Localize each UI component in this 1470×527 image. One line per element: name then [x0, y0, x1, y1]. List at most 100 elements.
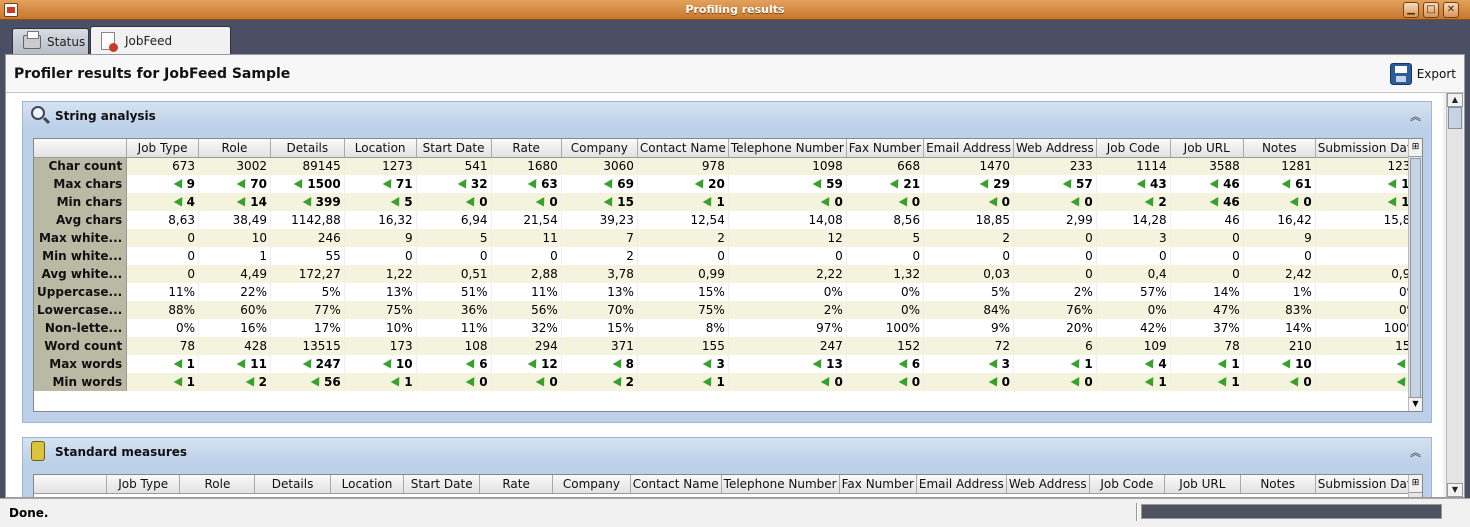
scroll-down-arrow[interactable]: ▼: [1447, 483, 1463, 497]
table-cell[interactable]: 0: [1243, 373, 1316, 391]
table-cell[interactable]: 63: [491, 175, 562, 193]
drill-down-arrow-icon[interactable]: [304, 360, 313, 369]
column-header[interactable]: Email Address: [923, 139, 1014, 158]
column-header[interactable]: Notes: [1243, 139, 1316, 158]
column-header[interactable]: Location: [344, 139, 417, 158]
table-cell[interactable]: 3: [637, 355, 729, 373]
table-cell[interactable]: 0: [1243, 193, 1316, 211]
drill-down-arrow-icon[interactable]: [1398, 378, 1407, 387]
drill-down-arrow-icon[interactable]: [1389, 180, 1398, 189]
drill-down-arrow-icon[interactable]: [384, 180, 393, 189]
drill-down-arrow-icon[interactable]: [392, 378, 401, 387]
table-cell[interactable]: 1: [1315, 373, 1422, 391]
maximize-button[interactable]: □: [1423, 2, 1439, 18]
drill-down-arrow-icon[interactable]: [175, 378, 184, 387]
table-cell[interactable]: 9: [126, 175, 199, 193]
table-cell[interactable]: 8: [561, 355, 638, 373]
drill-down-arrow-icon[interactable]: [814, 180, 823, 189]
table-vertical-scrollbar[interactable]: ⊞: [1408, 475, 1422, 497]
table-cell[interactable]: 16: [1315, 175, 1422, 193]
drill-down-arrow-icon[interactable]: [1291, 198, 1300, 207]
table-cell[interactable]: 2: [198, 373, 271, 391]
drill-down-arrow-icon[interactable]: [1146, 360, 1155, 369]
table-cell[interactable]: 1500: [270, 175, 345, 193]
column-header[interactable]: Job Code: [1096, 139, 1171, 158]
column-header[interactable]: Start Date: [403, 475, 481, 494]
drill-down-arrow-icon[interactable]: [238, 198, 247, 207]
drill-down-arrow-icon[interactable]: [537, 378, 546, 387]
table-cell[interactable]: 1: [637, 193, 729, 211]
scroll-down-arrow[interactable]: ▼: [1409, 397, 1422, 411]
drill-down-arrow-icon[interactable]: [1389, 198, 1398, 207]
drill-down-arrow-icon[interactable]: [1072, 360, 1081, 369]
column-header[interactable]: Job URL: [1164, 475, 1241, 494]
drill-down-arrow-icon[interactable]: [467, 198, 476, 207]
drill-down-arrow-icon[interactable]: [175, 360, 184, 369]
drill-down-arrow-icon[interactable]: [1283, 180, 1292, 189]
drill-down-arrow-icon[interactable]: [900, 360, 909, 369]
column-header[interactable]: Job URL: [1170, 139, 1244, 158]
column-header[interactable]: Email Address: [916, 475, 1007, 494]
drill-down-arrow-icon[interactable]: [605, 198, 614, 207]
column-header[interactable]: Submission Date: [1315, 139, 1422, 158]
table-cell[interactable]: 29: [923, 175, 1014, 193]
drill-down-arrow-icon[interactable]: [1211, 198, 1220, 207]
column-header[interactable]: Notes: [1240, 475, 1316, 494]
drill-down-arrow-icon[interactable]: [990, 198, 999, 207]
table-cell[interactable]: 1: [1170, 355, 1244, 373]
drill-down-arrow-icon[interactable]: [238, 180, 247, 189]
table-cell[interactable]: 1: [1096, 373, 1171, 391]
close-button[interactable]: ✕: [1443, 2, 1459, 18]
table-cell[interactable]: 399: [270, 193, 345, 211]
table-cell[interactable]: 5: [344, 193, 417, 211]
column-header[interactable]: Submission Date: [1315, 475, 1422, 494]
drill-down-arrow-icon[interactable]: [1146, 198, 1155, 207]
drill-down-arrow-icon[interactable]: [247, 378, 256, 387]
column-header[interactable]: Start Date: [416, 139, 492, 158]
table-cell[interactable]: 1: [637, 373, 729, 391]
drill-down-arrow-icon[interactable]: [614, 378, 623, 387]
string-analysis-header[interactable]: String analysis ︽: [23, 102, 1431, 128]
drill-down-arrow-icon[interactable]: [704, 360, 713, 369]
column-chooser-icon[interactable]: ⊞: [1409, 475, 1422, 493]
table-cell[interactable]: 15: [561, 193, 638, 211]
drill-down-arrow-icon[interactable]: [990, 378, 999, 387]
drill-down-arrow-icon[interactable]: [822, 378, 831, 387]
column-header[interactable]: Telephone Number: [721, 475, 840, 494]
table-cell[interactable]: 4: [126, 193, 199, 211]
table-cell[interactable]: 11: [198, 355, 271, 373]
table-cell[interactable]: 1: [126, 373, 199, 391]
drill-down-arrow-icon[interactable]: [175, 198, 184, 207]
column-header[interactable]: Web Address: [1006, 475, 1090, 494]
main-scroll-thumb[interactable]: [1448, 107, 1462, 129]
drill-down-arrow-icon[interactable]: [900, 378, 909, 387]
scroll-up-arrow[interactable]: ▲: [1447, 93, 1463, 107]
column-header[interactable]: Company: [561, 139, 638, 158]
column-header[interactable]: Telephone Number: [728, 139, 847, 158]
standard-measures-header[interactable]: Standard measures ︽: [23, 438, 1431, 464]
tab-jobfeed-sample[interactable]: JobFeed Sample: [90, 26, 231, 76]
drill-down-arrow-icon[interactable]: [696, 180, 705, 189]
table-cell[interactable]: 56: [270, 373, 345, 391]
table-cell[interactable]: 2: [1096, 193, 1171, 211]
drill-down-arrow-icon[interactable]: [459, 180, 468, 189]
drill-down-arrow-icon[interactable]: [704, 198, 713, 207]
drill-down-arrow-icon[interactable]: [392, 198, 401, 207]
table-cell[interactable]: 46: [1170, 193, 1244, 211]
drill-down-arrow-icon[interactable]: [384, 360, 393, 369]
column-header[interactable]: Job Type: [106, 475, 181, 494]
column-chooser-icon[interactable]: ⊞: [1409, 139, 1422, 157]
column-header[interactable]: Job Type: [126, 139, 199, 158]
drill-down-arrow-icon[interactable]: [1283, 360, 1292, 369]
column-header[interactable]: Web Address: [1013, 139, 1097, 158]
drill-down-arrow-icon[interactable]: [990, 360, 999, 369]
drill-down-arrow-icon[interactable]: [529, 360, 538, 369]
column-header[interactable]: Details: [254, 475, 331, 494]
table-vertical-scrollbar[interactable]: ⊞ ▼: [1408, 139, 1422, 411]
table-cell[interactable]: 0: [491, 193, 562, 211]
drill-down-arrow-icon[interactable]: [467, 378, 476, 387]
table-cell[interactable]: 0: [491, 373, 562, 391]
table-cell[interactable]: 61: [1243, 175, 1316, 193]
table-cell[interactable]: 4: [1096, 355, 1171, 373]
table-cell[interactable]: 14: [198, 193, 271, 211]
